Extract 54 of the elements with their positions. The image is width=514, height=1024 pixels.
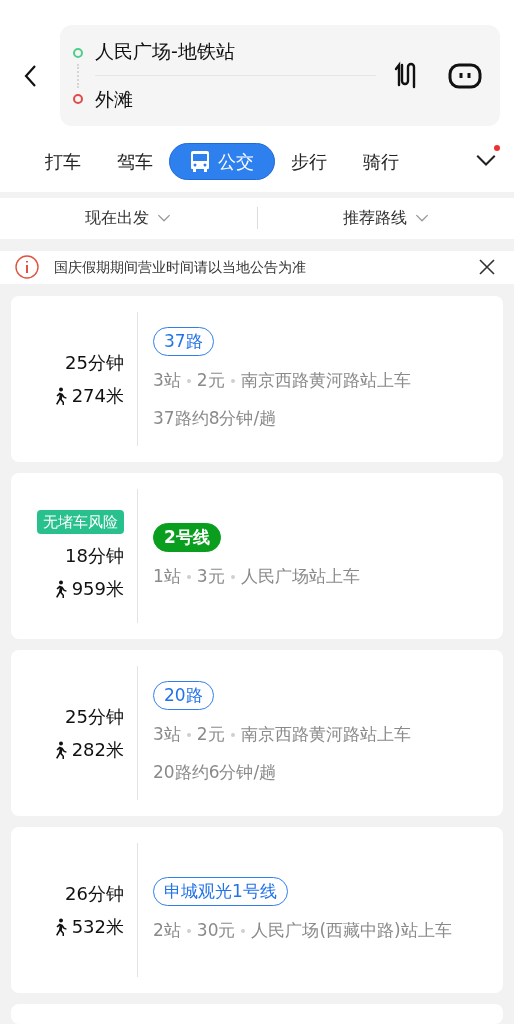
- route-info: 1站: [153, 565, 181, 588]
- route-info: 2元: [196, 723, 225, 747]
- robot-face-button[interactable]: [448, 62, 482, 89]
- chevron-down-icon: [414, 213, 429, 223]
- frequency-text: 37路约8分钟/趟: [153, 406, 278, 430]
- robot-face-icon: [448, 62, 482, 89]
- duration-text: 25分钟: [65, 705, 124, 729]
- route-info: 2站: [153, 919, 181, 942]
- bus-icon: [190, 149, 210, 173]
- destination-field[interactable]: 外滩: [95, 75, 376, 124]
- mode-tab[interactable]: 骑行: [363, 147, 399, 175]
- duration-text: 25分钟: [65, 351, 124, 375]
- origin-field[interactable]: 人民广场-地铁站: [95, 27, 376, 76]
- mode-tab[interactable]: 公交: [169, 142, 275, 180]
- route-info: 3站: [153, 369, 181, 393]
- swap-icon: [392, 60, 418, 91]
- walk-distance: 959米: [71, 577, 124, 602]
- duration-text: 26分钟: [65, 882, 124, 906]
- swap-button[interactable]: [392, 60, 418, 91]
- chevron-down-icon: [157, 213, 172, 223]
- line-tag: 申城观光1号线: [153, 876, 288, 906]
- line-tag: 20路: [153, 680, 214, 711]
- route-card[interactable]: 无堵车风险 18分钟 959米 2号线 1站 3元 人民广场站上车: [11, 473, 503, 639]
- route-card[interactable]: 25分钟 282米 20路 3站 2元 南京西路黄河路站上车 20路约6分钟/趟: [11, 650, 503, 816]
- back-icon: [23, 63, 37, 88]
- status-badge: 无堵车风险: [37, 509, 124, 535]
- mode-tab[interactable]: 步行: [291, 147, 327, 175]
- route-info: 3站: [153, 723, 181, 747]
- route-info: 3元: [196, 565, 225, 588]
- route-info: 2元: [196, 369, 225, 393]
- dotted-connector: [77, 63, 79, 88]
- notice-text: 国庆假期期间营业时间请以当地公告为准: [54, 257, 307, 277]
- mode-tab[interactable]: 打车: [45, 147, 81, 175]
- line-tag: 2号线: [153, 522, 221, 552]
- route-info: 南京西路黄河路站上车: [240, 369, 411, 393]
- mode-tab[interactable]: 驾车: [117, 147, 153, 175]
- close-icon: [478, 258, 496, 277]
- chevron-down-icon: [475, 154, 497, 168]
- route-card[interactable]: 25分钟 274米 37路 3站 2元 南京西路黄河路站上车 37路约8分钟/趟: [11, 296, 503, 462]
- frequency-text: 20路约6分钟/趟: [153, 760, 278, 784]
- walk-distance: 274米: [71, 384, 124, 408]
- filter-dropdown[interactable]: 推荐路线: [257, 206, 514, 231]
- line-tag: 37路: [153, 326, 214, 357]
- route-info: 南京西路黄河路站上车: [240, 723, 411, 747]
- info-icon: [15, 255, 39, 280]
- route-info: 人民广场站上车: [240, 565, 360, 588]
- route-info: 30元: [196, 919, 236, 942]
- route-card[interactable]: 26分钟 532米 申城观光1号线 2站 30元 人民广场(西藏中路)站上车: [11, 827, 503, 993]
- route-info: 人民广场(西藏中路)站上车: [251, 919, 452, 942]
- close-button[interactable]: [478, 258, 496, 277]
- filter-dropdown[interactable]: 现在出发: [0, 206, 257, 231]
- walk-distance: 282米: [71, 738, 124, 762]
- duration-text: 18分钟: [65, 544, 124, 569]
- walk-distance: 532米: [71, 915, 124, 939]
